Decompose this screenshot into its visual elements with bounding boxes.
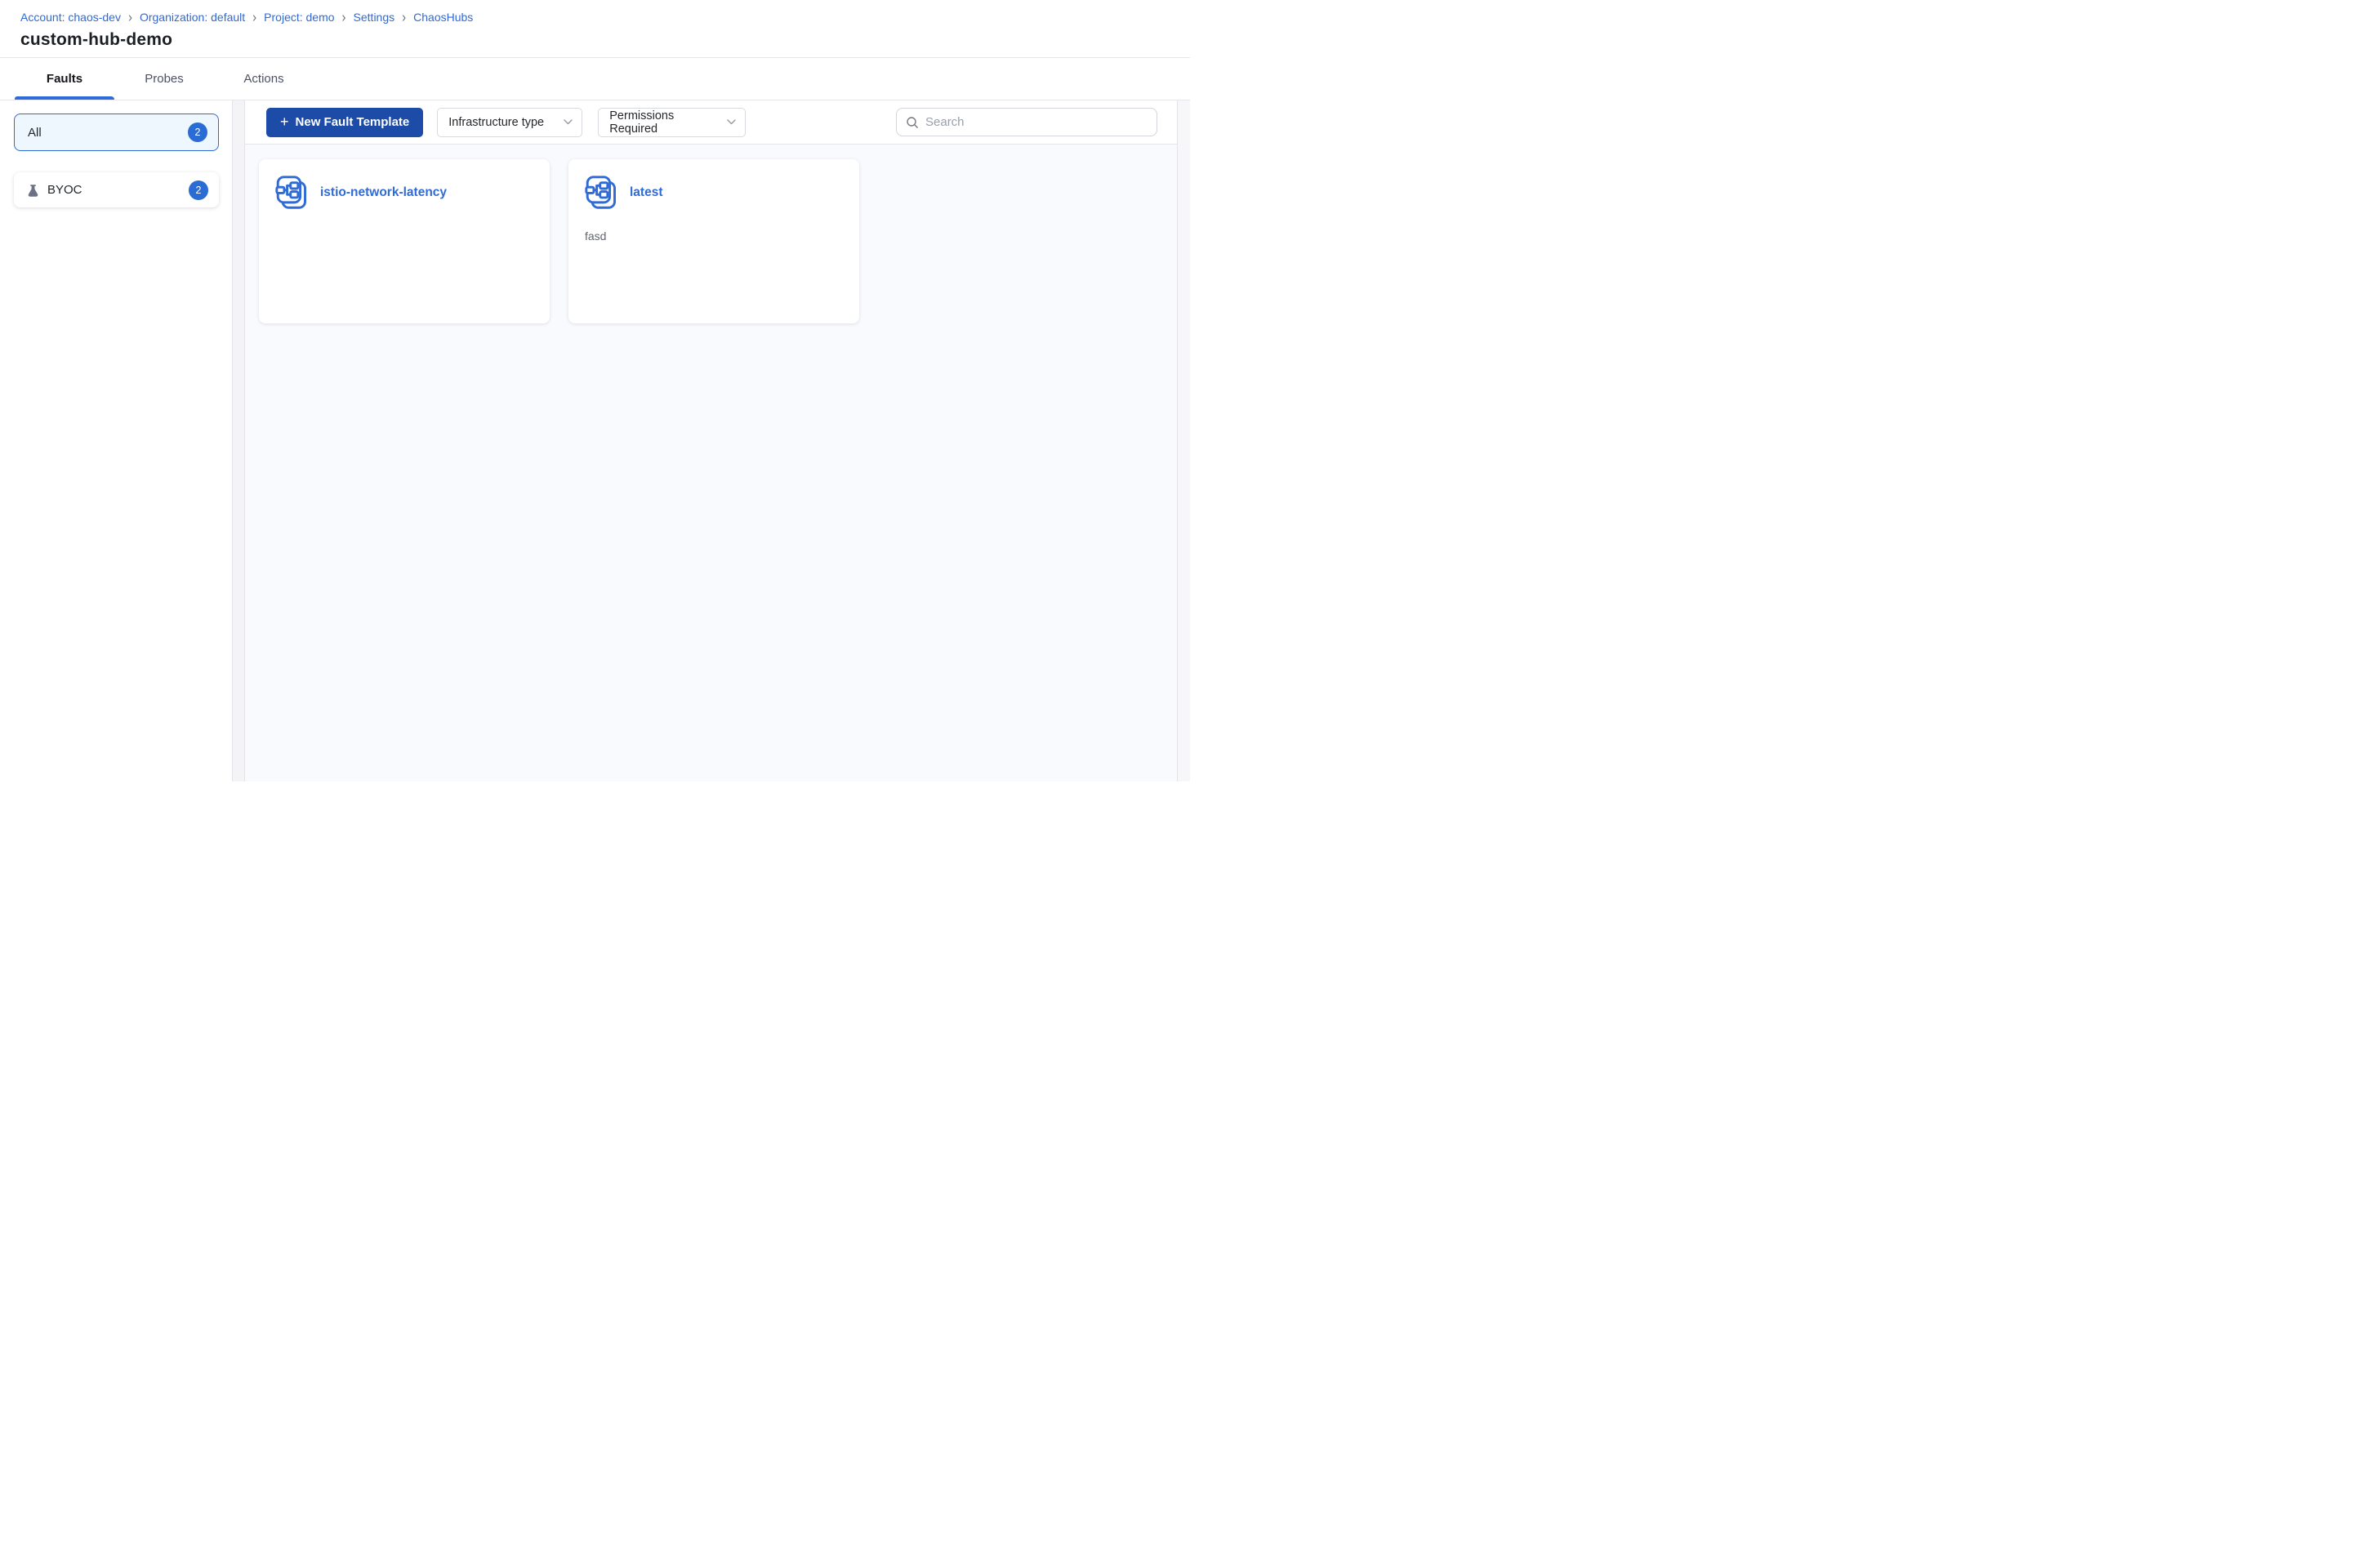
permissions-required-label: Permissions Required xyxy=(609,109,675,136)
tab-actions-label: Actions xyxy=(243,72,284,86)
count-badge: 2 xyxy=(188,122,207,142)
breadcrumb-link-chaoshubs[interactable]: ChaosHubs xyxy=(413,11,473,24)
breadcrumb-link-organization[interactable]: Organization: default xyxy=(140,11,245,24)
infrastructure-type-label: Infrastructure type xyxy=(448,115,545,129)
breadcrumb-link-project[interactable]: Project: demo xyxy=(264,11,334,24)
fault-template-description: fasd xyxy=(585,229,607,243)
tab-actions[interactable]: Actions xyxy=(214,58,314,100)
breadcrumb-link-settings[interactable]: Settings xyxy=(354,11,395,24)
tab-faults-label: Faults xyxy=(46,72,83,86)
sidebar-item-all[interactable]: All 2 xyxy=(14,114,219,151)
fault-template-title[interactable]: istio-network-latency xyxy=(320,185,447,200)
chevron-down-icon xyxy=(727,119,736,125)
fault-template-title[interactable]: latest xyxy=(630,185,663,200)
toolbar: + New Fault Template Infrastructure type… xyxy=(245,100,1177,145)
flask-icon xyxy=(27,184,39,197)
fault-template-card-istio-network-latency[interactable]: istio-network-latency xyxy=(259,159,550,323)
page-title: custom-hub-demo xyxy=(20,30,173,49)
chevron-down-icon xyxy=(564,119,573,125)
fault-template-icon xyxy=(585,176,619,210)
main-panel: + New Fault Template Infrastructure type… xyxy=(245,100,1177,782)
filter-sidebar: All 2 BYOC 2 xyxy=(0,100,232,782)
chevron-right-icon: › xyxy=(252,9,257,25)
card-header: latest xyxy=(585,176,843,210)
sidebar-item-byoc-label: BYOC xyxy=(47,183,82,197)
fault-templates-grid: istio-network-latency latest fasd xyxy=(245,145,1177,782)
active-tab-underline xyxy=(15,96,114,100)
search-input[interactable] xyxy=(925,115,1148,129)
tab-probes-label: Probes xyxy=(145,72,184,86)
tab-bar: Faults Probes Actions xyxy=(0,58,1190,100)
page-header: Account: chaos-dev › Organization: defau… xyxy=(0,0,1190,58)
count-badge: 2 xyxy=(189,180,208,200)
chaoshub-page: Account: chaos-dev › Organization: defau… xyxy=(0,0,1190,782)
right-scroll-gutter[interactable] xyxy=(1177,100,1190,782)
new-fault-template-label: New Fault Template xyxy=(295,115,410,129)
breadcrumb-link-account[interactable]: Account: chaos-dev xyxy=(20,11,121,24)
chevron-right-icon: › xyxy=(402,9,407,25)
card-header: istio-network-latency xyxy=(275,176,533,210)
plus-icon: + xyxy=(280,113,289,130)
infrastructure-type-dropdown[interactable]: Infrastructure type xyxy=(437,107,583,137)
tab-faults[interactable]: Faults xyxy=(15,58,114,100)
sidebar-item-byoc[interactable]: BYOC 2 xyxy=(14,172,219,207)
chevron-right-icon: › xyxy=(127,9,132,25)
fault-template-icon xyxy=(275,176,310,210)
fault-template-card-latest[interactable]: latest fasd xyxy=(568,159,859,323)
content-area: All 2 BYOC 2 + New Fault Template Infras… xyxy=(0,100,1190,782)
permissions-required-dropdown[interactable]: Permissions Required xyxy=(598,107,747,137)
breadcrumb: Account: chaos-dev › Organization: defau… xyxy=(20,9,1170,25)
sidebar-item-all-label: All xyxy=(28,125,42,140)
search-icon xyxy=(906,116,919,129)
chevron-right-icon: › xyxy=(341,9,346,25)
new-fault-template-button[interactable]: + New Fault Template xyxy=(266,107,424,137)
sidebar-divider[interactable] xyxy=(232,100,245,782)
tab-probes[interactable]: Probes xyxy=(114,58,214,100)
search-box xyxy=(896,108,1157,136)
